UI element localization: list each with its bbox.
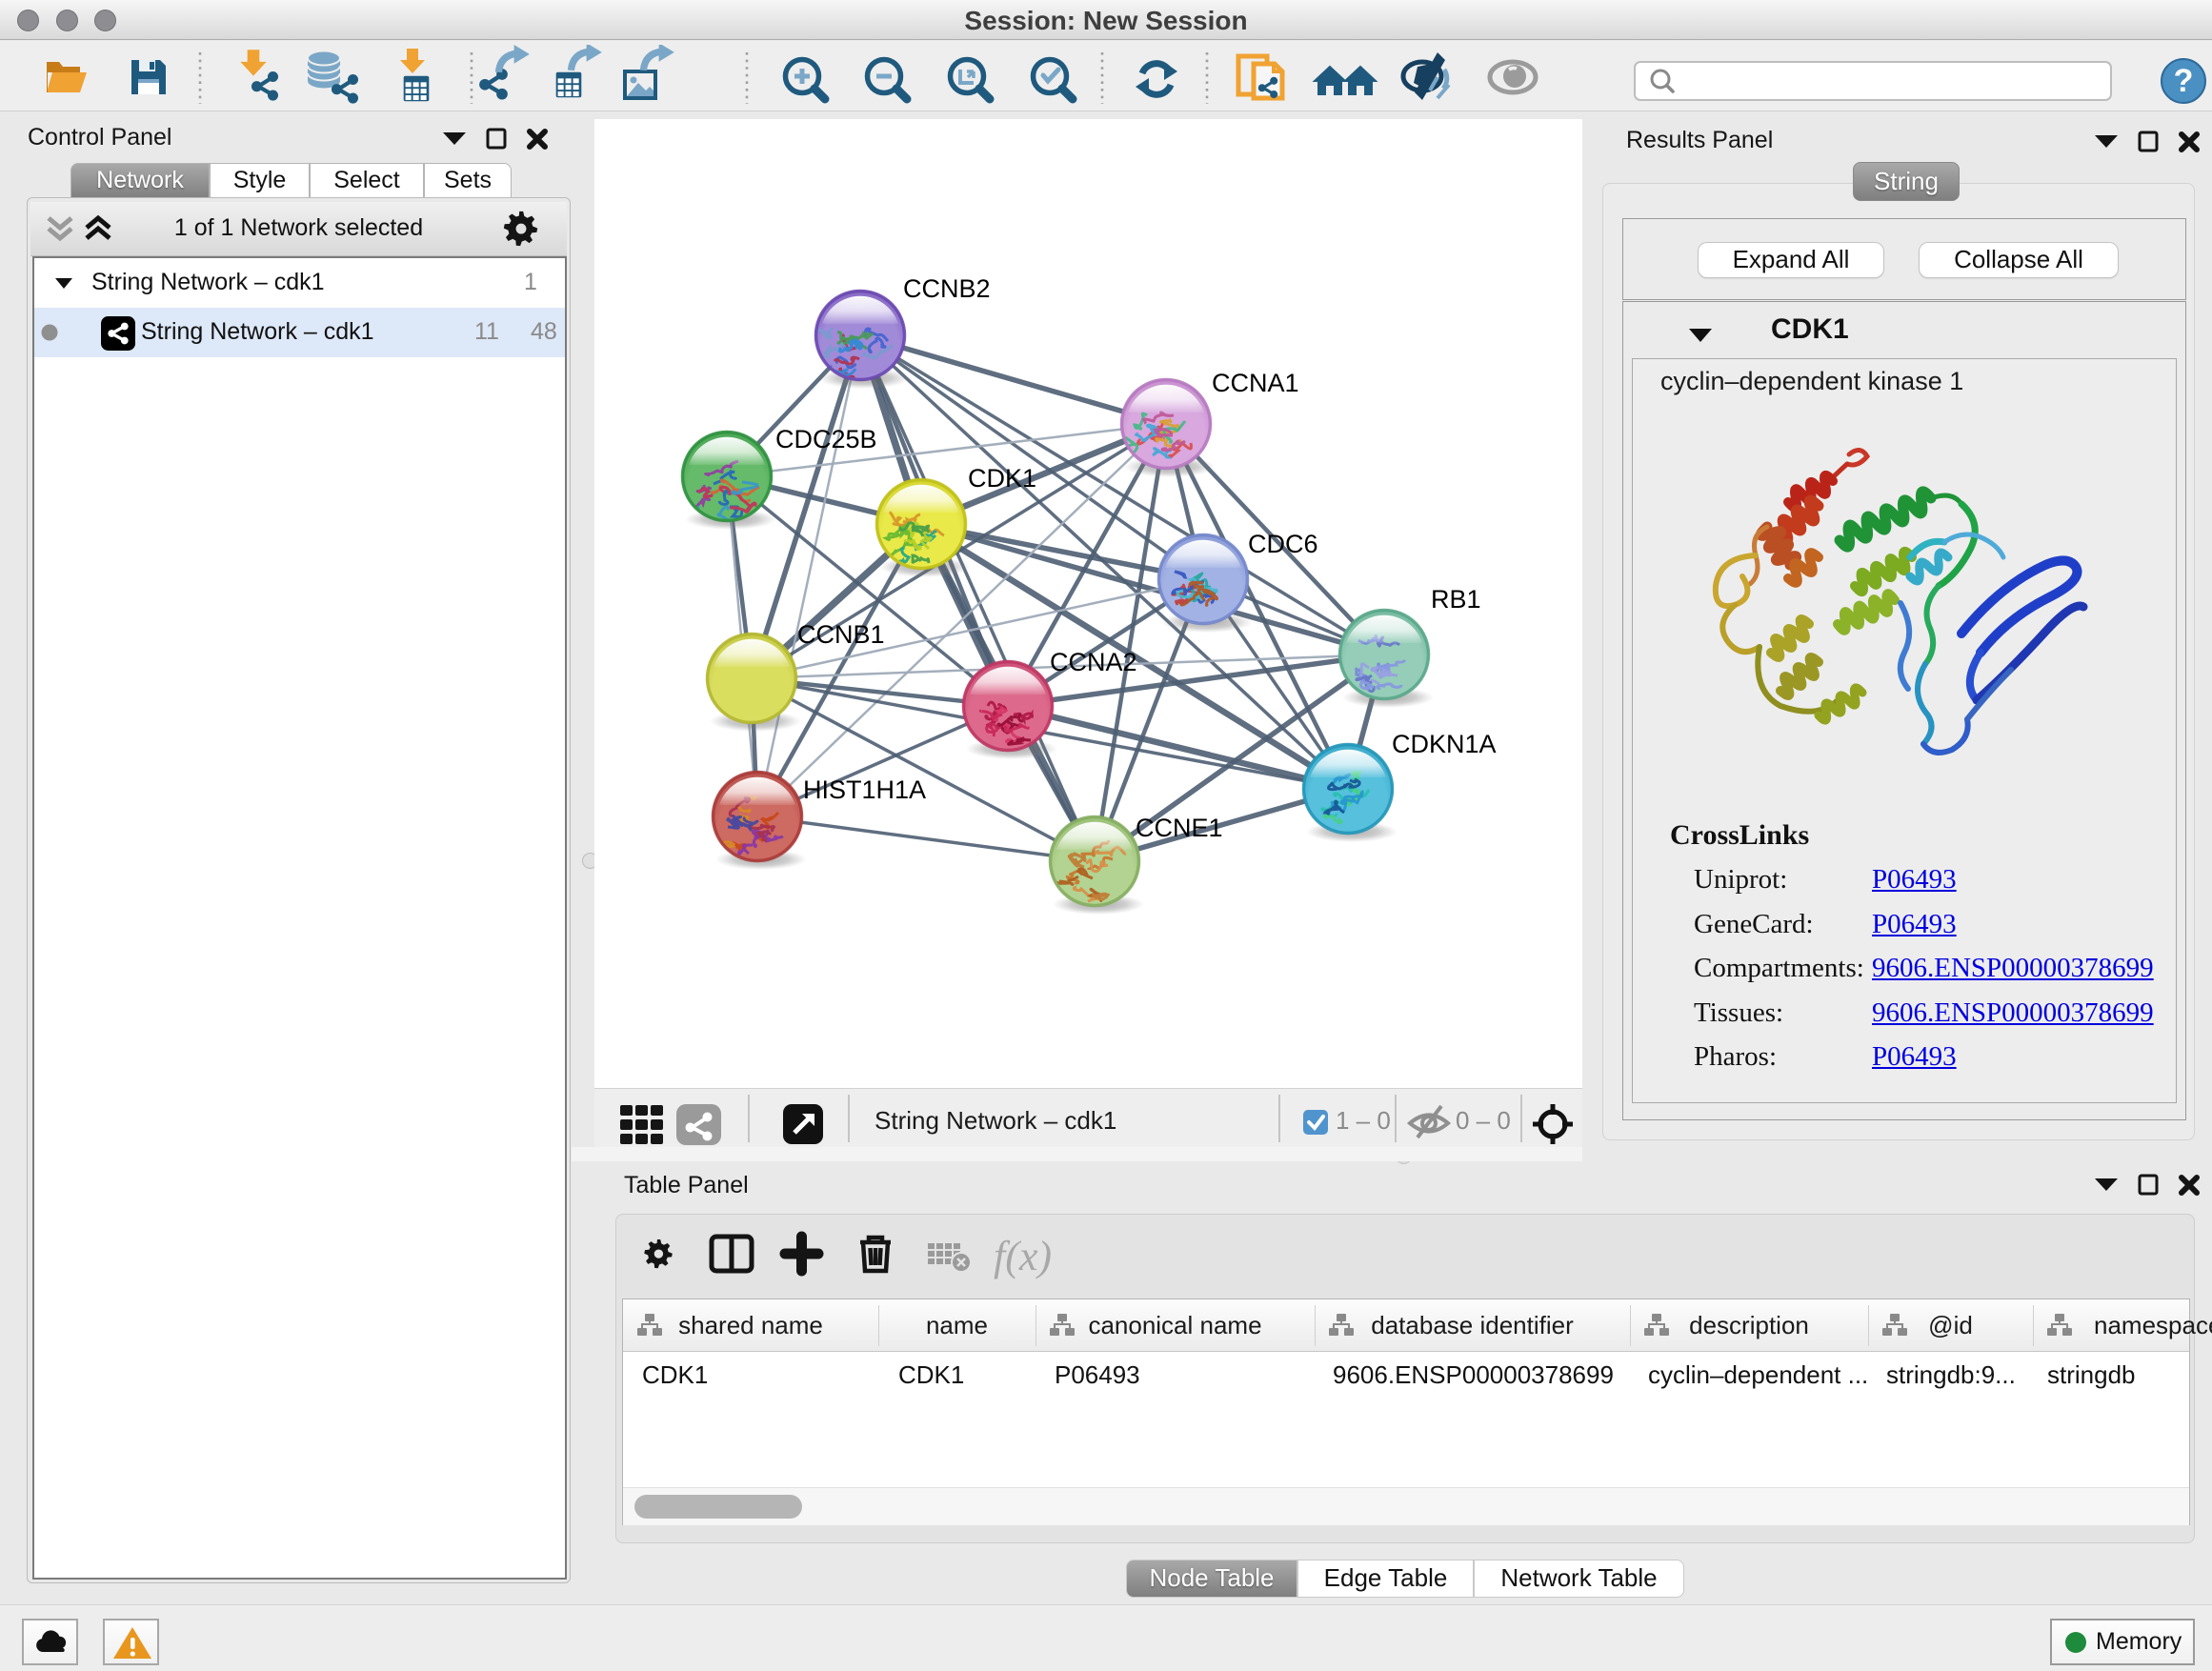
svg-text:CDC6: CDC6 (1248, 530, 1318, 558)
svg-text:CDK1: CDK1 (968, 464, 1036, 493)
svg-text:CCNE1: CCNE1 (1136, 814, 1223, 842)
svg-text:HIST1H1A: HIST1H1A (803, 775, 926, 804)
svg-text:CCNB1: CCNB1 (797, 620, 885, 649)
svg-text:CCNA1: CCNA1 (1212, 369, 1299, 397)
svg-text:RB1: RB1 (1431, 585, 1481, 614)
svg-text:CDKN1A: CDKN1A (1392, 730, 1497, 758)
svg-text:CDC25B: CDC25B (775, 425, 877, 453)
svg-text:?: ? (2174, 63, 2194, 99)
svg-text:CCNB2: CCNB2 (903, 274, 991, 303)
svg-text:CCNA2: CCNA2 (1050, 648, 1137, 676)
svg-text:f(x): f(x) (994, 1233, 1052, 1279)
